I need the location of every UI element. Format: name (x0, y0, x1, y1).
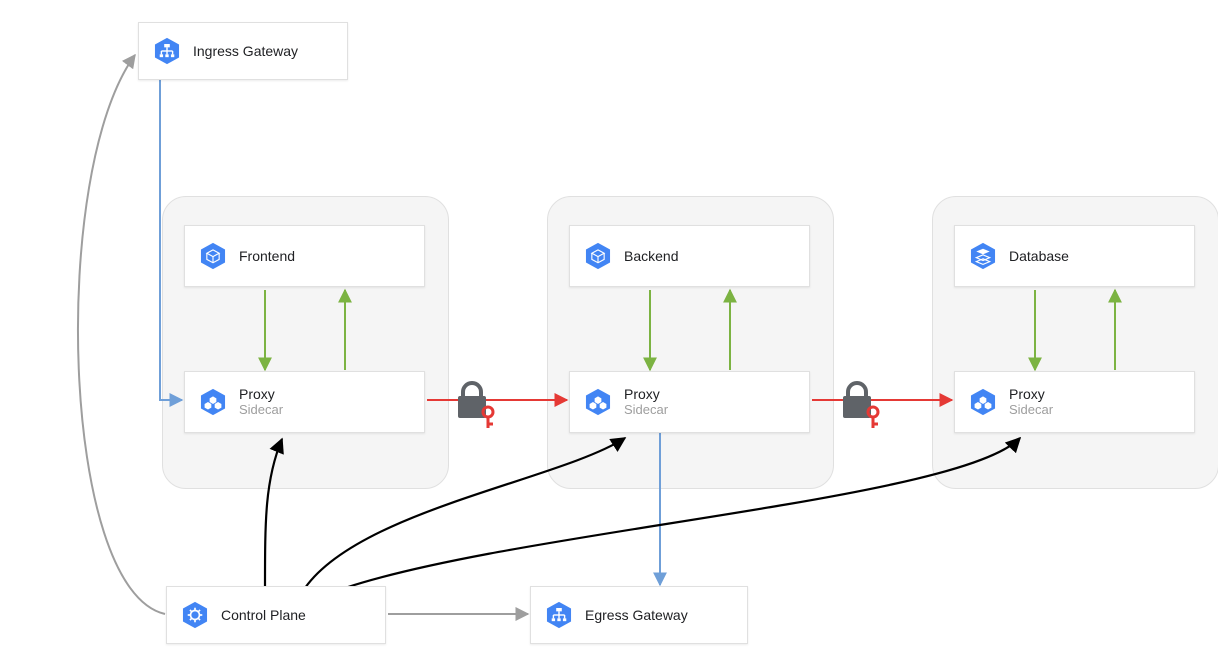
proxy-sublabel: Sidecar (624, 403, 668, 418)
mesh-icon (584, 388, 612, 416)
stack-icon (969, 242, 997, 270)
backend-node: Backend (569, 225, 810, 287)
egress-gateway-node: Egress Gateway (530, 586, 748, 644)
lock-icon (458, 383, 493, 428)
lb-icon (545, 601, 573, 629)
mesh-icon (969, 388, 997, 416)
frontend-label: Frontend (239, 248, 295, 264)
ingress-gateway-node: Ingress Gateway (138, 22, 348, 80)
proxy-label: Proxy (624, 386, 668, 402)
database-node: Database (954, 225, 1195, 287)
proxy-label: Proxy (1009, 386, 1053, 402)
proxy-label: Proxy (239, 386, 283, 402)
proxy-node: Proxy Sidecar (569, 371, 810, 433)
frontend-node: Frontend (184, 225, 425, 287)
ingress-label: Ingress Gateway (193, 43, 298, 59)
lb-icon (153, 37, 181, 65)
database-label: Database (1009, 248, 1069, 264)
egress-label: Egress Gateway (585, 607, 688, 623)
control-plane-label: Control Plane (221, 607, 306, 623)
cube-icon (584, 242, 612, 270)
cube-icon (199, 242, 227, 270)
lock-icon (843, 383, 878, 428)
backend-label: Backend (624, 248, 678, 264)
control-plane-node: Control Plane (166, 586, 386, 644)
arrow-control-to-ingress (78, 55, 165, 614)
gear-icon (181, 601, 209, 629)
proxy-sublabel: Sidecar (239, 403, 283, 418)
mesh-icon (199, 388, 227, 416)
proxy-node: Proxy Sidecar (954, 371, 1195, 433)
proxy-node: Proxy Sidecar (184, 371, 425, 433)
proxy-sublabel: Sidecar (1009, 403, 1053, 418)
